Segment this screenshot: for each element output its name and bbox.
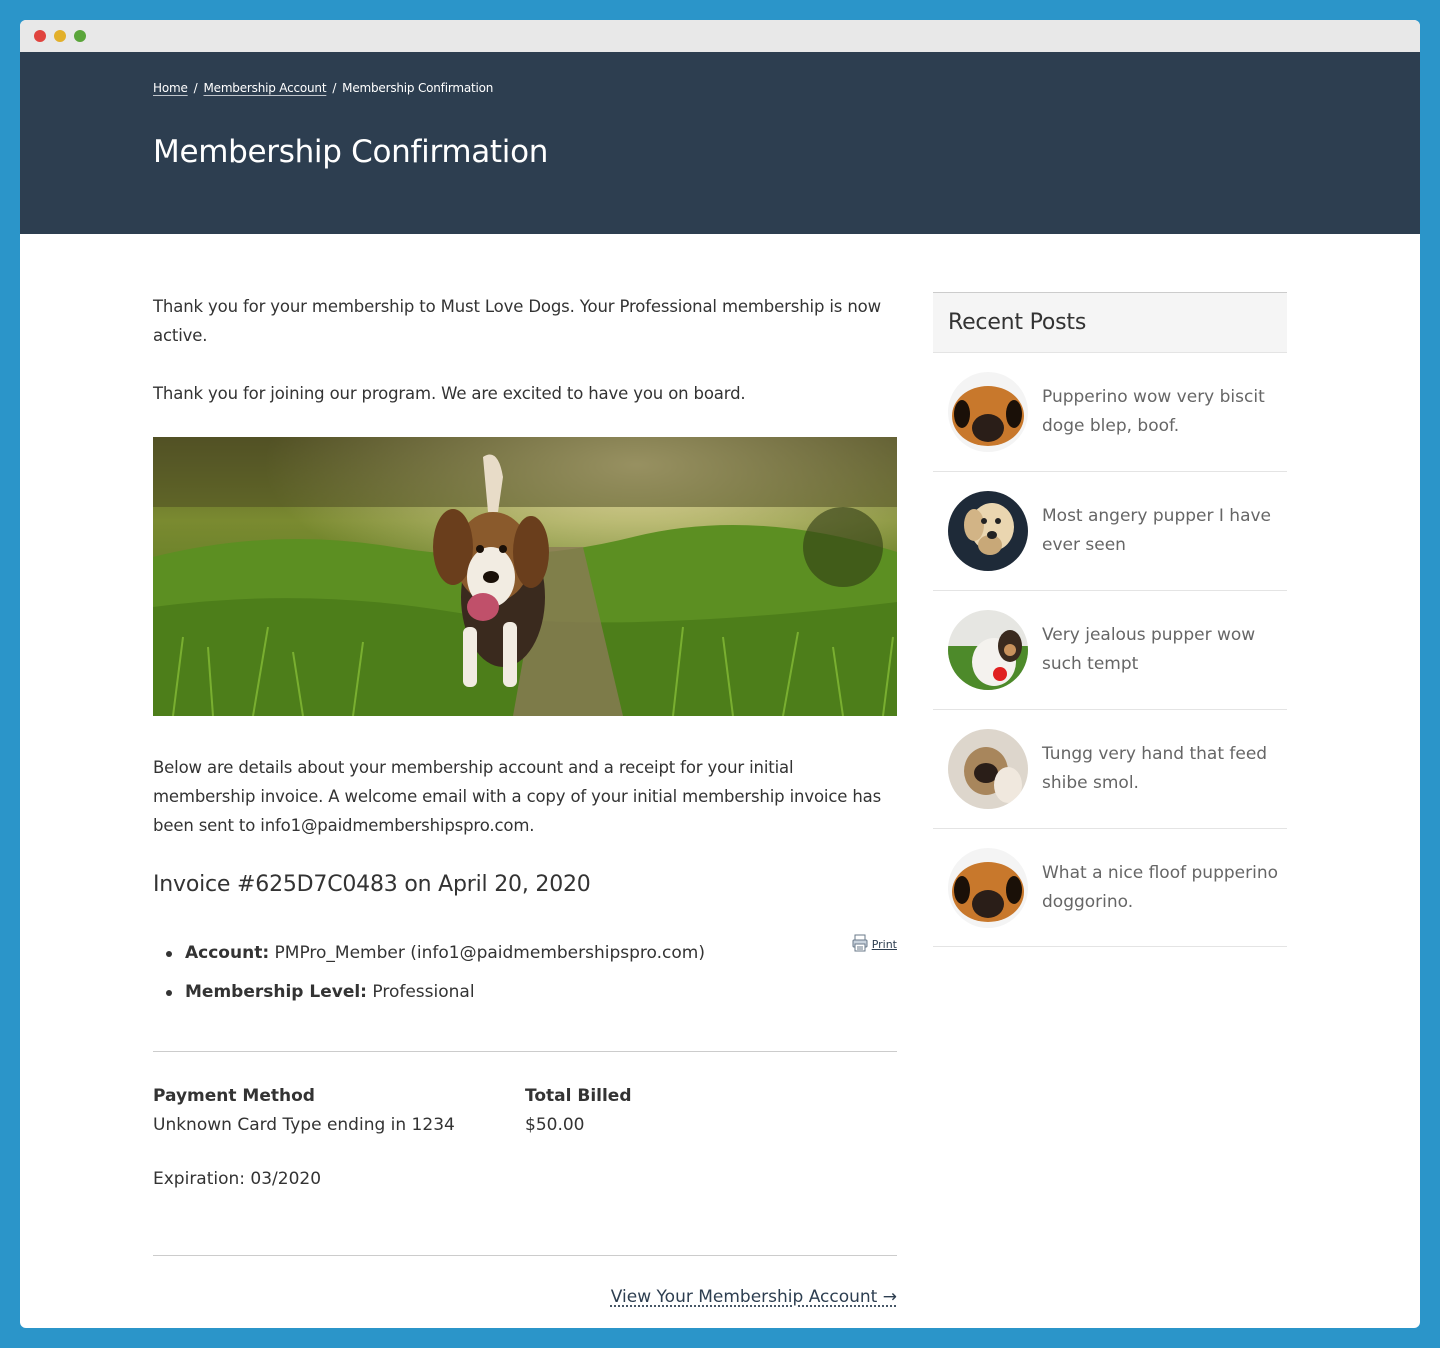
recent-post-item[interactable]: Most angery pupper I have ever seen [933,471,1287,590]
print-label: Print [871,938,897,951]
list-item: Account: PMPro_Member (info1@paidmembers… [153,934,705,973]
post-thumbnail[interactable] [948,610,1028,690]
window-titlebar [20,20,1420,52]
breadcrumb-separator: / [332,81,337,95]
payment-method-label: Payment Method [153,1086,315,1106]
welcome-paragraph: Thank you for joining our program. We ar… [153,384,746,403]
breadcrumb-separator: / [193,81,198,95]
post-thumbnail[interactable] [948,847,1028,928]
sidebar: Recent Posts Pupperino wow very biscit d… [933,292,1287,947]
post-thumbnail[interactable] [948,372,1028,452]
recent-post-item[interactable]: Pupperino wow very biscit doge blep, boo… [933,352,1287,471]
account-label: Account: [185,943,270,963]
recent-post-item[interactable]: Tungg very hand that feed shibe smol. [933,709,1287,828]
recent-post-item[interactable]: Very jealous pupper wow such tempt [933,590,1287,709]
payment-method-block: Payment Method Unknown Card Type ending … [153,1082,455,1140]
divider [153,1255,897,1256]
list-item: Membership Level: Professional [153,973,705,1012]
intro-paragraph: Thank you for your membership to Must Lo… [153,297,881,345]
post-thumbnail[interactable] [948,729,1028,809]
breadcrumb: Home / Membership Account / Membership C… [153,81,493,95]
account-value: PMPro_Member (info1@paidmembershipspro.c… [274,943,705,963]
breadcrumb-home-link[interactable]: Home [153,81,188,95]
recent-posts-heading: Recent Posts [933,292,1287,352]
details-paragraph: Below are details about your membership … [153,758,882,835]
breadcrumb-current: Membership Confirmation [342,81,494,95]
post-title[interactable]: What a nice floof pupperino doggorino. [1042,859,1282,917]
recent-post-item[interactable]: What a nice floof pupperino doggorino. [933,828,1287,947]
post-title[interactable]: Most angery pupper I have ever seen [1042,502,1282,560]
membership-level-label: Membership Level: [185,982,367,1002]
total-billed-label: Total Billed [525,1086,632,1106]
membership-details-list: Account: PMPro_Member (info1@paidmembers… [153,934,705,1012]
printer-icon [852,934,868,955]
post-title[interactable]: Tungg very hand that feed shibe smol. [1042,740,1282,798]
view-membership-account-link[interactable]: View Your Membership Account → [611,1287,897,1307]
total-billed-value: $50.00 [525,1115,585,1135]
total-billed-block: Total Billed $50.00 [525,1082,632,1140]
zoom-window-button[interactable] [74,30,86,42]
divider [153,1051,897,1052]
post-title[interactable]: Very jealous pupper wow such tempt [1042,621,1282,679]
page-title: Membership Confirmation [153,134,549,170]
invoice-title: Invoice #625D7C0483 on April 20, 2020 [153,872,591,897]
payment-method-value: Unknown Card Type ending in 1234 [153,1115,455,1135]
print-link[interactable]: Print [852,934,897,955]
expiration-text: Expiration: 03/2020 [153,1169,322,1189]
minimize-window-button[interactable] [54,30,66,42]
post-title[interactable]: Pupperino wow very biscit doge blep, boo… [1042,383,1282,441]
dog-photo [153,437,897,716]
browser-window: Home / Membership Account / Membership C… [20,20,1420,1328]
breadcrumb-membership-account-link[interactable]: Membership Account [203,81,326,95]
close-window-button[interactable] [34,30,46,42]
page-header: Home / Membership Account / Membership C… [20,52,1420,234]
post-thumbnail[interactable] [948,491,1028,571]
membership-level-value: Professional [372,982,475,1002]
